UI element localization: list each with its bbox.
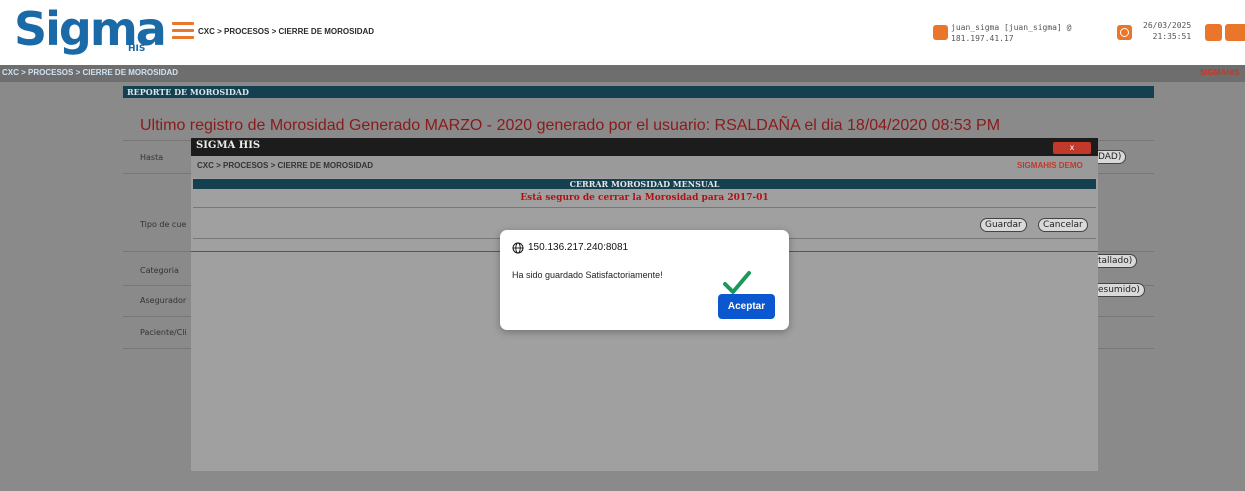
label-tipo-cuenta: Tipo de cue [140,220,187,229]
report-header-bar [123,86,1154,98]
accept-button[interactable]: Aceptar [718,294,775,319]
checkmark-icon [723,271,751,294]
label-asegurador: Asegurador [140,296,187,305]
label-hasta: Hasta [140,153,164,162]
label-paciente: Paciente/Cli [140,328,187,337]
time-text: 21:35:51 [1152,32,1192,41]
header-breadcrumb: CXC > PROCESOS > CIERRE DE MOROSIDAD [198,27,375,36]
resumido-button[interactable]: esumido) [1094,283,1145,297]
label-categoria: Categoria [140,266,179,275]
dialog-host: 150.136.217.240:8081 [528,242,629,253]
datetime: 26/03/2025 21:35:51 [1143,20,1191,42]
modal-title: SIGMA HIS [196,140,261,151]
morosidad-button[interactable]: DAD) [1094,150,1127,164]
tools-icon[interactable] [1225,24,1245,41]
detallado-button[interactable]: tallado) [1094,254,1138,268]
user-ip: 181.197.41.17 [951,34,1014,43]
report-title: REPORTE DE MOROSIDAD [127,87,249,97]
user-icon[interactable] [933,25,948,40]
chart-icon[interactable] [1205,24,1222,41]
modal-brand: SIGMAHIS DEMO [1017,161,1083,170]
logo-subtitle: HIS [128,44,146,54]
modal-titlebar [191,138,1098,156]
breadcrumb-bar [0,65,1245,82]
clock-icon [1117,25,1132,40]
brand-label: SIGMAHIS [1200,68,1240,77]
menu-icon[interactable] [172,22,194,40]
modal-breadcrumb: CXC > PROCESOS > CIERRE DE MOROSIDAD [197,161,374,170]
globe-icon [512,242,524,254]
cancel-button[interactable]: Cancelar [1038,218,1088,232]
breadcrumb: CXC > PROCESOS > CIERRE DE MOROSIDAD [2,68,179,77]
date-text: 26/03/2025 [1143,21,1192,30]
save-button[interactable]: Guardar [980,218,1027,232]
divider [193,207,1096,208]
section-title: CERRAR MOROSIDAD MENSUAL [569,179,720,189]
dialog-message: Ha sido guardado Satisfactoriamente! [512,270,663,280]
user-name: juan_sigma [juan_sigma] @ [951,23,1072,32]
last-generated-text: Ultimo registro de Morosidad Generado MA… [140,117,1001,134]
confirm-question: Está seguro de cerrar la Morosidad para … [520,193,769,203]
close-button[interactable]: x [1053,142,1091,154]
user-info: juan_sigma [juan_sigma] @ 181.197.41.17 [951,22,1071,44]
